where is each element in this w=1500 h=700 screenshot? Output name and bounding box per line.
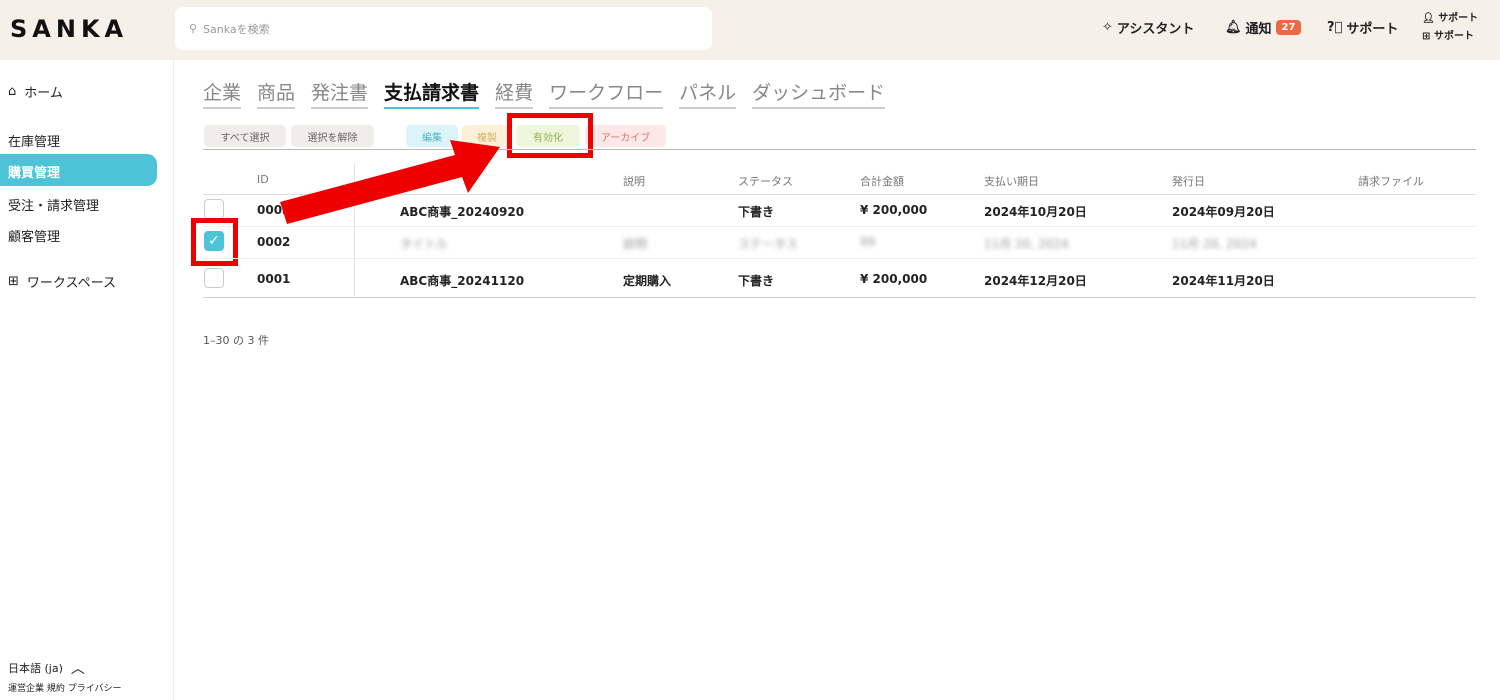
header-bill-file[interactable]: 請求ファイル	[1358, 173, 1424, 189]
row-description: 定期購入	[623, 274, 672, 288]
row-title[interactable]: ABC商事_20241120	[400, 272, 524, 289]
row-issue-date: 2024年11月20日	[1172, 274, 1275, 288]
tab-companies[interactable]: 企業	[203, 78, 242, 109]
help-icon: ?⃝	[1327, 20, 1343, 35]
search-placeholder: Sankaを検索	[203, 22, 270, 36]
bell-icon: 🔔︎	[1225, 20, 1242, 35]
support-label: サポート	[1346, 22, 1399, 37]
user-line2: ⊞ サポート	[1422, 31, 1474, 42]
sidebar-item-inventory[interactable]: 在庫管理	[8, 131, 60, 150]
tab-bar: 企業 商品 発注書 支払請求書 経費 ワークフロー パネル ダッシュボード	[203, 78, 886, 109]
home-icon: ⌂	[8, 84, 17, 99]
row-status: ステータス	[738, 237, 799, 251]
workspace-icon: ⊞	[1422, 31, 1431, 42]
sidebar-item-customers[interactable]: 顧客管理	[8, 226, 60, 245]
row-total: 99	[860, 235, 876, 249]
row-status: 下書き	[738, 205, 775, 219]
header-id[interactable]: ID	[257, 173, 269, 186]
row-id: 0001	[257, 272, 291, 286]
sidebar-item-workspace[interactable]: ⊞ ワークスペース	[8, 272, 116, 291]
tab-purchase-orders[interactable]: 発注書	[311, 78, 369, 109]
row-checkbox[interactable]	[204, 199, 224, 219]
row-due-date: 2024年12月20日	[984, 274, 1087, 288]
search-icon: ⚲	[189, 22, 198, 35]
archive-button[interactable]: アーカイブ	[585, 125, 666, 147]
row-id: 0002	[257, 235, 291, 249]
footer-links[interactable]: 運営企業 規約 プライバシー	[8, 681, 122, 694]
assistant-button[interactable]: ✧ アシスタント	[1102, 18, 1194, 37]
row-issue-date: 11月 20, 2024	[1172, 237, 1257, 251]
user-menu[interactable]: 👤︎ サポート ⊞ サポート	[1422, 10, 1478, 46]
notifications-button[interactable]: 🔔︎ 通知 27	[1225, 18, 1302, 37]
chevron-up-icon: ︿	[70, 661, 85, 677]
highlight-box	[507, 113, 593, 158]
header-total[interactable]: 合計金額	[860, 173, 904, 189]
row-divider	[203, 297, 1476, 298]
row-checkbox[interactable]	[204, 268, 224, 288]
notifications-label: 通知	[1245, 22, 1272, 37]
row-divider	[203, 226, 1476, 227]
sidebar-item-orders[interactable]: 受注・請求管理	[8, 195, 99, 214]
row-due-date: 2024年10月20日	[984, 205, 1087, 219]
user-icon: 👤︎	[1422, 13, 1435, 24]
header-status[interactable]: ステータス	[738, 173, 793, 189]
magic-wand-icon: ✧	[1102, 20, 1113, 35]
language-selector[interactable]: 日本語 (ja) ︿	[8, 658, 85, 678]
search-input[interactable]: ⚲ Sankaを検索	[175, 7, 712, 50]
tab-panel[interactable]: パネル	[679, 78, 737, 109]
notification-badge: 27	[1275, 20, 1302, 35]
support-button[interactable]: ?⃝ サポート	[1327, 18, 1398, 37]
apps-plus-icon: ⊞	[8, 274, 19, 289]
pagination-info: 1–30 の 3 件	[203, 334, 269, 347]
tab-dashboard[interactable]: ダッシュボード	[752, 78, 886, 109]
sidebar-item-purchasing[interactable]: 購買管理	[0, 154, 157, 186]
row-issue-date: 2024年09月20日	[1172, 205, 1275, 219]
row-title[interactable]: タイトル	[400, 235, 448, 252]
sidebar: ⌂ ホーム 在庫管理 購買管理 受注・請求管理 顧客管理 ⊞ ワークスペース 日本語…	[0, 60, 174, 700]
tab-workflow[interactable]: ワークフロー	[549, 78, 664, 109]
assistant-label: アシスタント	[1116, 22, 1195, 37]
sidebar-item-home[interactable]: ⌂ ホーム	[8, 82, 63, 101]
tab-products[interactable]: 商品	[257, 78, 296, 109]
red-arrow-annotation	[280, 140, 500, 224]
row-total: ¥ 200,000	[860, 203, 928, 217]
header-issue-date[interactable]: 発行日	[1172, 173, 1205, 189]
row-total: ¥ 200,000	[860, 272, 928, 286]
top-bar: SANKA ⚲ Sankaを検索 ✧ アシスタント 🔔︎ 通知 27 ?⃝ サポート 👤︎…	[0, 0, 1500, 60]
row-divider	[203, 258, 1476, 259]
row-status: 下書き	[738, 274, 775, 288]
row-due-date: 11月 20, 2024	[984, 237, 1069, 251]
row-description: 説明	[623, 237, 648, 251]
user-line1: 👤︎ サポート	[1422, 13, 1479, 24]
header-description[interactable]: 説明	[623, 173, 645, 189]
tab-expenses[interactable]: 経費	[495, 78, 534, 109]
tab-bills[interactable]: 支払請求書	[384, 78, 480, 109]
logo: SANKA	[10, 15, 129, 43]
header-due-date[interactable]: 支払い期日	[984, 173, 1039, 189]
